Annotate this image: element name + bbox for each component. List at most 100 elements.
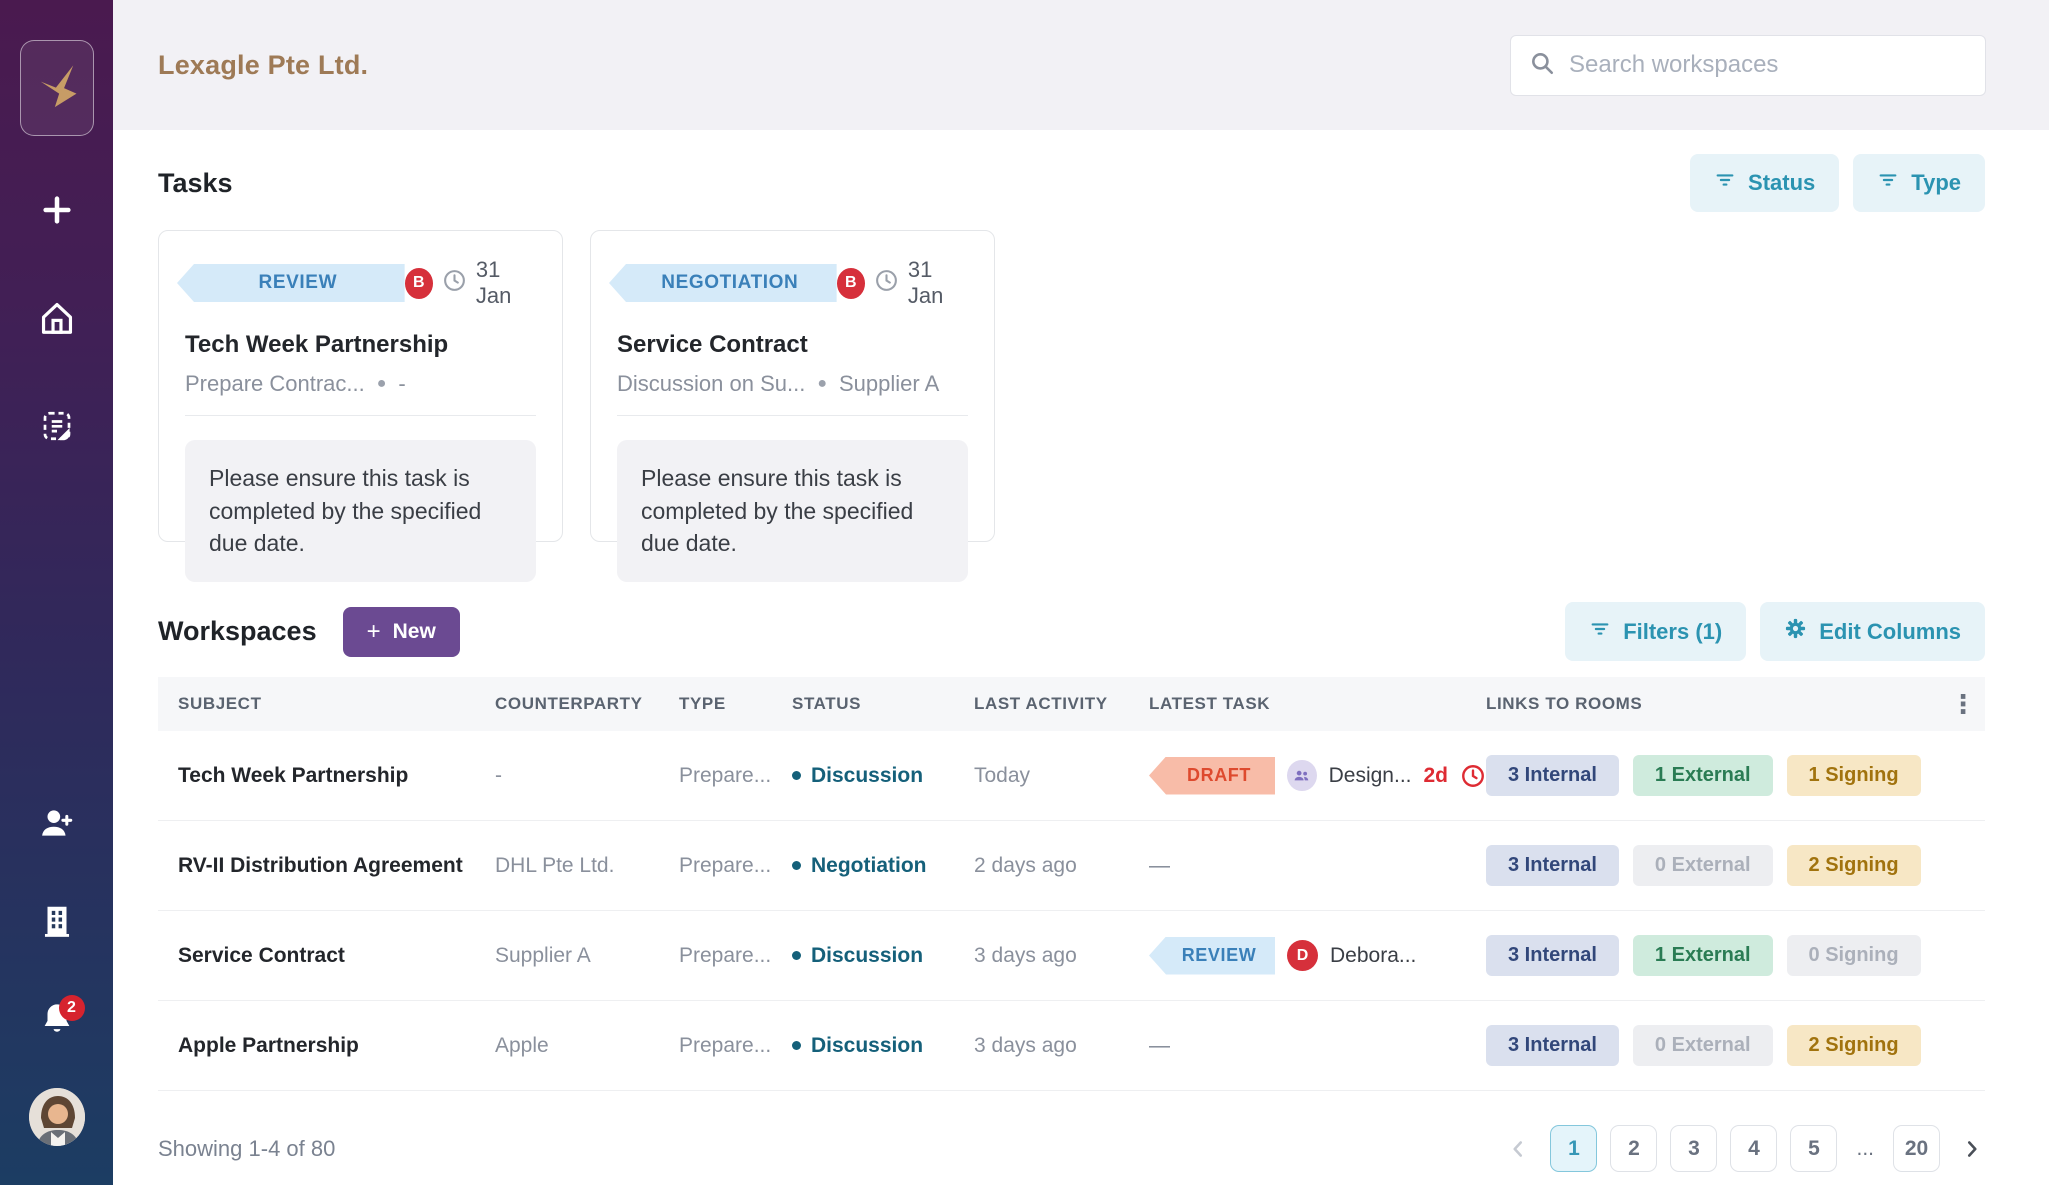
cell-links-to-rooms: 3 Internal 0 External 2 Signing — [1486, 845, 1941, 886]
app-logo[interactable] — [20, 40, 94, 136]
notification-count-badge: 2 — [59, 995, 85, 1021]
latest-task-empty: — — [1149, 854, 1170, 878]
cell-counterparty: - — [495, 764, 679, 788]
sidebar-item-create[interactable] — [29, 184, 85, 240]
task-stage-ribbon: REVIEW — [1149, 937, 1275, 975]
page-button[interactable]: 4 — [1730, 1125, 1777, 1172]
task-title: Tech Week Partnership — [185, 331, 536, 359]
filter-icon — [1589, 618, 1611, 646]
cell-latest-task: DRAFTDesign...2d — [1149, 757, 1486, 795]
cell-status: Discussion — [792, 764, 974, 788]
room-link-chip[interactable]: 1 Signing — [1787, 755, 1921, 796]
assignee-avatar: B — [837, 268, 865, 299]
cell-counterparty: DHL Pte Ltd. — [495, 854, 679, 878]
cell-latest-task: — — [1149, 1034, 1486, 1058]
cell-last-activity: 3 days ago — [974, 944, 1149, 968]
workspace-search[interactable] — [1510, 35, 1986, 96]
task-subtitle-secondary: Supplier A — [839, 371, 939, 397]
cell-status: Discussion — [792, 944, 974, 968]
page-ellipsis: ... — [1850, 1137, 1880, 1161]
cell-links-to-rooms: 3 Internal 1 External 1 Signing — [1486, 755, 1941, 796]
cell-links-to-rooms: 3 Internal 0 External 2 Signing — [1486, 1025, 1941, 1066]
status-label: Discussion — [811, 944, 923, 968]
page-button[interactable]: 1 — [1550, 1125, 1597, 1172]
task-card[interactable]: NEGOTIATION B 31 Jan Service Contract Di… — [590, 230, 995, 542]
new-workspace-button[interactable]: + New — [343, 607, 460, 657]
page-button[interactable]: 3 — [1670, 1125, 1717, 1172]
group-avatar-icon — [1287, 760, 1317, 791]
sidebar: 2 — [0, 0, 113, 1185]
room-link-chip[interactable]: 0 Signing — [1787, 935, 1921, 976]
clock-icon — [874, 268, 899, 298]
cell-subject: RV-II Distribution Agreement — [178, 854, 495, 878]
due-date: 31 Jan — [476, 257, 536, 309]
cell-subject: Service Contract — [178, 944, 495, 968]
task-subtitle-secondary: - — [398, 371, 405, 397]
divider — [185, 415, 536, 416]
due-date: 31 Jan — [908, 257, 968, 309]
cell-type: Prepare... — [679, 944, 792, 968]
room-link-chip[interactable]: 3 Internal — [1486, 1025, 1619, 1066]
task-subtitle: Discussion on Su... — [617, 371, 805, 397]
table-row[interactable]: RV-II Distribution AgreementDHL Pte Ltd.… — [158, 821, 1985, 911]
page-button[interactable]: 20 — [1893, 1125, 1940, 1172]
sidebar-item-profile[interactable] — [29, 1089, 85, 1145]
sidebar-item-organization[interactable] — [29, 895, 85, 951]
room-link-chip[interactable]: 3 Internal — [1486, 935, 1619, 976]
cell-counterparty: Supplier A — [495, 944, 679, 968]
edit-columns-button[interactable]: Edit Columns — [1760, 602, 1985, 661]
due-countdown: 2d — [1423, 764, 1448, 788]
sidebar-item-drafts[interactable] — [29, 400, 85, 456]
column-header: LAST ACTIVITY — [974, 694, 1149, 714]
search-input[interactable] — [1569, 51, 1967, 79]
prev-page-chevron-icon[interactable] — [1505, 1136, 1531, 1162]
status-filter-button[interactable]: Status — [1690, 154, 1839, 212]
gear-icon — [1784, 617, 1807, 646]
table-body: Tech Week Partnership-Prepare...Discussi… — [158, 731, 1985, 1091]
room-link-chip[interactable]: 1 External — [1633, 935, 1773, 976]
page-button[interactable]: 2 — [1610, 1125, 1657, 1172]
table-row[interactable]: Tech Week Partnership-Prepare...Discussi… — [158, 731, 1985, 821]
task-message: Please ensure this task is completed by … — [185, 440, 536, 582]
next-page-chevron-icon[interactable] — [1959, 1136, 1985, 1162]
room-link-chip[interactable]: 0 External — [1633, 845, 1773, 886]
eagle-logo-icon — [31, 60, 83, 117]
filter-icon — [1877, 169, 1899, 197]
building-icon — [38, 902, 76, 945]
filters-button[interactable]: Filters (1) — [1565, 602, 1746, 661]
workspaces-title: Workspaces — [158, 616, 317, 647]
column-header: COUNTERPARTY — [495, 694, 679, 714]
room-link-chip[interactable]: 3 Internal — [1486, 755, 1619, 796]
room-link-chip[interactable]: 1 External — [1633, 755, 1773, 796]
room-link-chip[interactable]: 3 Internal — [1486, 845, 1619, 886]
status-label: Discussion — [811, 764, 923, 788]
cell-latest-task: — — [1149, 854, 1486, 878]
sidebar-item-notifications[interactable]: 2 — [29, 993, 85, 1049]
table-row[interactable]: Apple PartnershipApplePrepare...Discussi… — [158, 1001, 1985, 1091]
table-options-menu[interactable]: ⋮ — [1950, 689, 1976, 720]
type-filter-button[interactable]: Type — [1853, 154, 1985, 212]
status-dot-icon — [792, 1041, 801, 1050]
cell-type: Prepare... — [679, 1034, 792, 1058]
table-row[interactable]: Service ContractSupplier APrepare... Disc… — [158, 911, 1985, 1001]
sidebar-item-home[interactable] — [29, 292, 85, 348]
column-header: TYPE — [679, 694, 792, 714]
add-user-icon — [38, 804, 76, 847]
sidebar-item-invite-user[interactable] — [29, 797, 85, 853]
room-link-chip[interactable]: 2 Signing — [1787, 1025, 1921, 1066]
divider — [617, 415, 968, 416]
draft-document-icon — [39, 408, 75, 449]
room-link-chip[interactable]: 0 External — [1633, 1025, 1773, 1066]
assignee-name: Design... — [1329, 764, 1412, 788]
page-button[interactable]: 5 — [1790, 1125, 1837, 1172]
task-card[interactable]: REVIEW B 31 Jan Tech Week Partnership Pr… — [158, 230, 563, 542]
clock-icon — [442, 268, 467, 298]
showing-count: Showing 1-4 of 80 — [158, 1136, 335, 1162]
task-title: Service Contract — [617, 331, 968, 359]
workspaces-table: SUBJECT COUNTERPARTY TYPE STATUS LAST AC… — [158, 677, 1985, 1091]
room-link-chip[interactable]: 2 Signing — [1787, 845, 1921, 886]
separator-dot: ● — [377, 375, 387, 393]
cell-latest-task: REVIEWDDebora... — [1149, 937, 1486, 975]
latest-task-empty: — — [1149, 1034, 1170, 1058]
status-label: Discussion — [811, 1034, 923, 1058]
